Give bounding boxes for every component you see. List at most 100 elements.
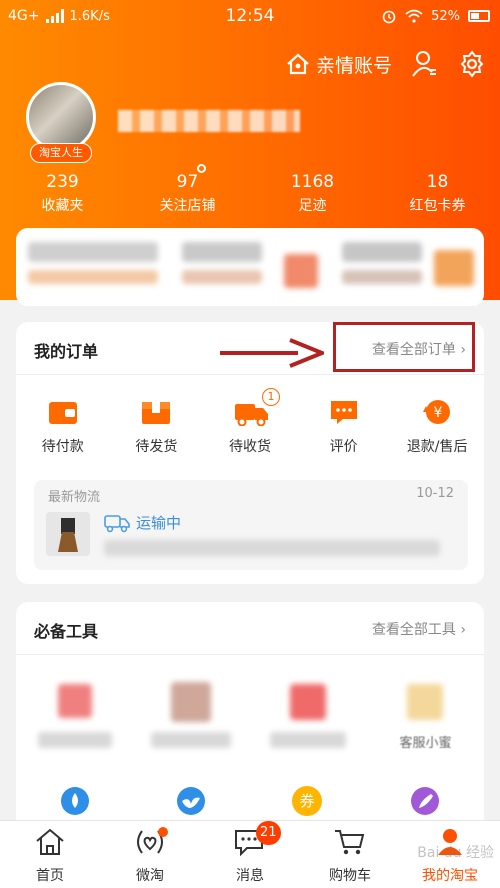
tab-weitao[interactable]: 微淘 xyxy=(100,821,200,888)
stat-coupons-count: 18 xyxy=(426,172,449,192)
tool-icon-blurred-1 xyxy=(58,684,92,718)
product-thumbnail xyxy=(46,512,90,556)
order-pending-payment[interactable]: 待付款 xyxy=(16,398,110,456)
promo-blur-2 xyxy=(28,270,158,284)
house-icon xyxy=(287,53,309,75)
tool-item-3[interactable] xyxy=(250,680,367,760)
tool-icon-blurred-3 xyxy=(290,684,326,720)
wifi-icon xyxy=(405,9,423,23)
stat-favorites-count: 239 xyxy=(46,172,79,192)
order-status-row: 待付款 待发货 1 待收货 评价 ¥ 退款/售后 xyxy=(0,388,500,456)
stat-favorites[interactable]: 239 收藏夹 xyxy=(0,172,125,215)
messages-badge: 21 xyxy=(256,821,281,845)
delivery-truck-icon xyxy=(104,515,130,533)
order-refund[interactable]: ¥ 退款/售后 xyxy=(390,398,484,456)
promo-strip[interactable] xyxy=(16,228,484,306)
logistics-status: 运输中 xyxy=(136,514,182,532)
stats-row: 239 收藏夹 97 关注店铺 1168 足迹 18 红包卡券 xyxy=(0,164,500,215)
cart-icon xyxy=(335,830,365,855)
bird-icon xyxy=(177,787,205,815)
order-review-label: 评价 xyxy=(329,439,358,455)
pending-receipt-badge: 1 xyxy=(261,388,280,406)
svg-text:¥: ¥ xyxy=(434,405,443,421)
tool-icon-blurred-4 xyxy=(407,684,443,720)
notification-dot xyxy=(197,164,206,173)
contacts-icon[interactable] xyxy=(412,50,438,78)
alarm-icon xyxy=(382,10,396,24)
review-icon xyxy=(328,398,360,426)
logistics-detail-blurred xyxy=(104,540,440,556)
logistics-date: 10-12 xyxy=(416,486,454,501)
stat-footprints[interactable]: 1168 足迹 xyxy=(250,172,375,215)
view-all-tools-link[interactable]: 查看全部工具 › xyxy=(372,619,466,639)
tool-item-1[interactable] xyxy=(16,680,133,760)
username-blurred xyxy=(118,110,300,132)
stat-favorites-label: 收藏夹 xyxy=(41,198,84,214)
stat-shops-label: 关注店铺 xyxy=(159,198,216,214)
wallet-icon xyxy=(47,398,79,426)
status-bar: 4G+ 1.6K/s 12:54 52% xyxy=(0,0,500,34)
promo-blur-3 xyxy=(182,242,262,262)
family-account-button[interactable]: 亲情账号 xyxy=(286,51,392,78)
brush-icon xyxy=(411,787,439,815)
settings-gear-icon[interactable] xyxy=(458,50,486,78)
order-review[interactable]: 评价 xyxy=(297,398,391,456)
tool-label-blurred-1 xyxy=(38,732,112,748)
tab-cart-label: 购物车 xyxy=(329,868,371,884)
annotation-arrow-icon xyxy=(220,338,324,368)
stat-footprints-label: 足迹 xyxy=(298,198,327,214)
order-pending-payment-label: 待付款 xyxy=(41,439,84,455)
annotation-highlight-box xyxy=(333,322,475,372)
order-pending-receipt-label: 待收货 xyxy=(228,439,271,455)
stat-coupons-label: 红包卡券 xyxy=(409,198,466,214)
truck-icon: 1 xyxy=(234,388,280,427)
tab-weitao-label: 微淘 xyxy=(136,868,164,884)
refund-icon: ¥ xyxy=(421,398,453,426)
promo-blur-1 xyxy=(28,242,158,262)
stat-footprints-count: 1168 xyxy=(290,172,335,192)
view-all-tools-label: 查看全部工具 xyxy=(371,622,456,638)
promo-blur-7 xyxy=(342,270,422,284)
family-account-label: 亲情账号 xyxy=(315,54,392,77)
order-pending-receipt[interactable]: 1 待收货 xyxy=(203,388,297,456)
avatar[interactable] xyxy=(26,82,96,152)
tab-messages[interactable]: 21 消息 xyxy=(200,821,300,888)
promo-blur-6 xyxy=(342,242,422,262)
stat-followed-shops[interactable]: 97 关注店铺 xyxy=(125,164,250,215)
tool-item-customer-service[interactable]: 客服小蜜 xyxy=(367,680,484,760)
tab-messages-label: 消息 xyxy=(236,868,264,884)
logistics-title: 最新物流 xyxy=(48,490,101,505)
tool-item-2[interactable] xyxy=(133,680,250,760)
tab-home[interactable]: 首页 xyxy=(0,821,100,888)
tools-row: 客服小蜜 xyxy=(16,680,484,760)
tool-label-blurred-2 xyxy=(151,732,231,748)
battery-icon xyxy=(468,10,490,22)
tools-divider xyxy=(16,654,484,655)
orders-title: 我的订单 xyxy=(34,342,99,361)
taobao-life-badge[interactable]: 淘宝人生 xyxy=(30,143,92,163)
tab-home-label: 首页 xyxy=(36,868,64,884)
package-icon xyxy=(140,398,172,426)
order-refund-label: 退款/售后 xyxy=(406,439,468,455)
tools-title: 必备工具 xyxy=(34,622,99,641)
weitao-notification-dot xyxy=(158,827,168,837)
tool-icon-blurred-2 xyxy=(171,682,211,722)
tool-label-blurred-3 xyxy=(270,732,346,748)
header-actions: 亲情账号 xyxy=(286,50,486,78)
orders-divider xyxy=(16,374,484,375)
promo-blur-8 xyxy=(434,250,474,286)
tab-cart[interactable]: 购物车 xyxy=(300,821,400,888)
promo-blur-5 xyxy=(284,254,318,288)
coupon-icon: 券 xyxy=(292,786,322,816)
stat-shops-count: 97 xyxy=(176,172,199,192)
tool-label-customer-service: 客服小蜜 xyxy=(399,736,452,751)
latest-logistics[interactable]: 最新物流 10-12 运输中 xyxy=(34,480,468,570)
home-icon xyxy=(36,828,64,855)
water-drop-icon xyxy=(61,787,89,815)
order-pending-shipment-label: 待发货 xyxy=(135,439,178,455)
order-pending-shipment[interactable]: 待发货 xyxy=(110,398,204,456)
stat-coupons[interactable]: 18 红包卡券 xyxy=(375,172,500,215)
chevron-right-icon: › xyxy=(460,622,466,638)
tab-my-taobao-label: 我的淘宝 xyxy=(422,868,478,884)
battery-level: 52% xyxy=(431,8,460,24)
